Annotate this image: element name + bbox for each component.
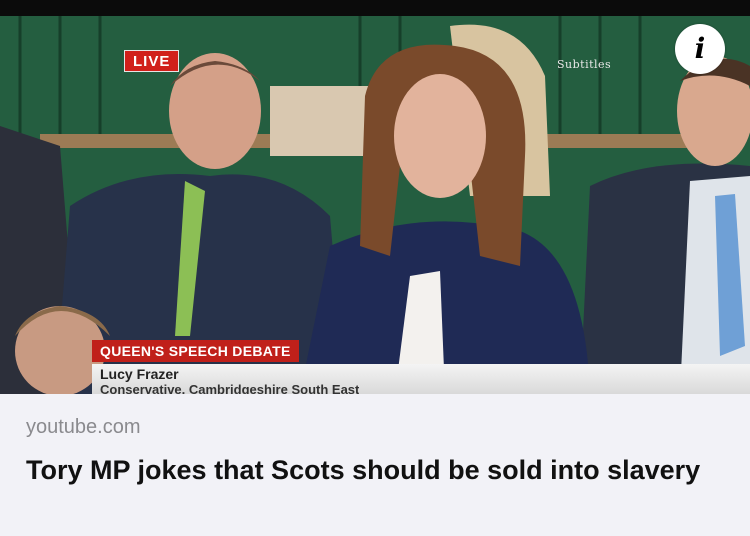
speaker-name: Lucy Frazer [100, 366, 179, 382]
video-frame-illustration [0, 16, 750, 394]
link-domain: youtube.com [26, 416, 141, 438]
link-title[interactable]: Tory MP jokes that Scots should be sold … [26, 450, 726, 490]
lower-third-title: QUEEN'S SPEECH DEBATE [92, 340, 299, 362]
info-icon: i [694, 32, 706, 65]
link-preview-card[interactable]: LIVE Subtitles i QUEEN'S SPEECH DEBATE L… [0, 0, 750, 536]
video-thumbnail[interactable]: LIVE Subtitles [0, 16, 750, 394]
top-edge [0, 0, 750, 16]
speaker-detail: Conservative, Cambridgeshire South East [100, 382, 360, 394]
live-badge: LIVE [124, 50, 180, 72]
subtitles-watermark: Subtitles [557, 58, 612, 71]
info-button[interactable]: i [675, 24, 725, 74]
